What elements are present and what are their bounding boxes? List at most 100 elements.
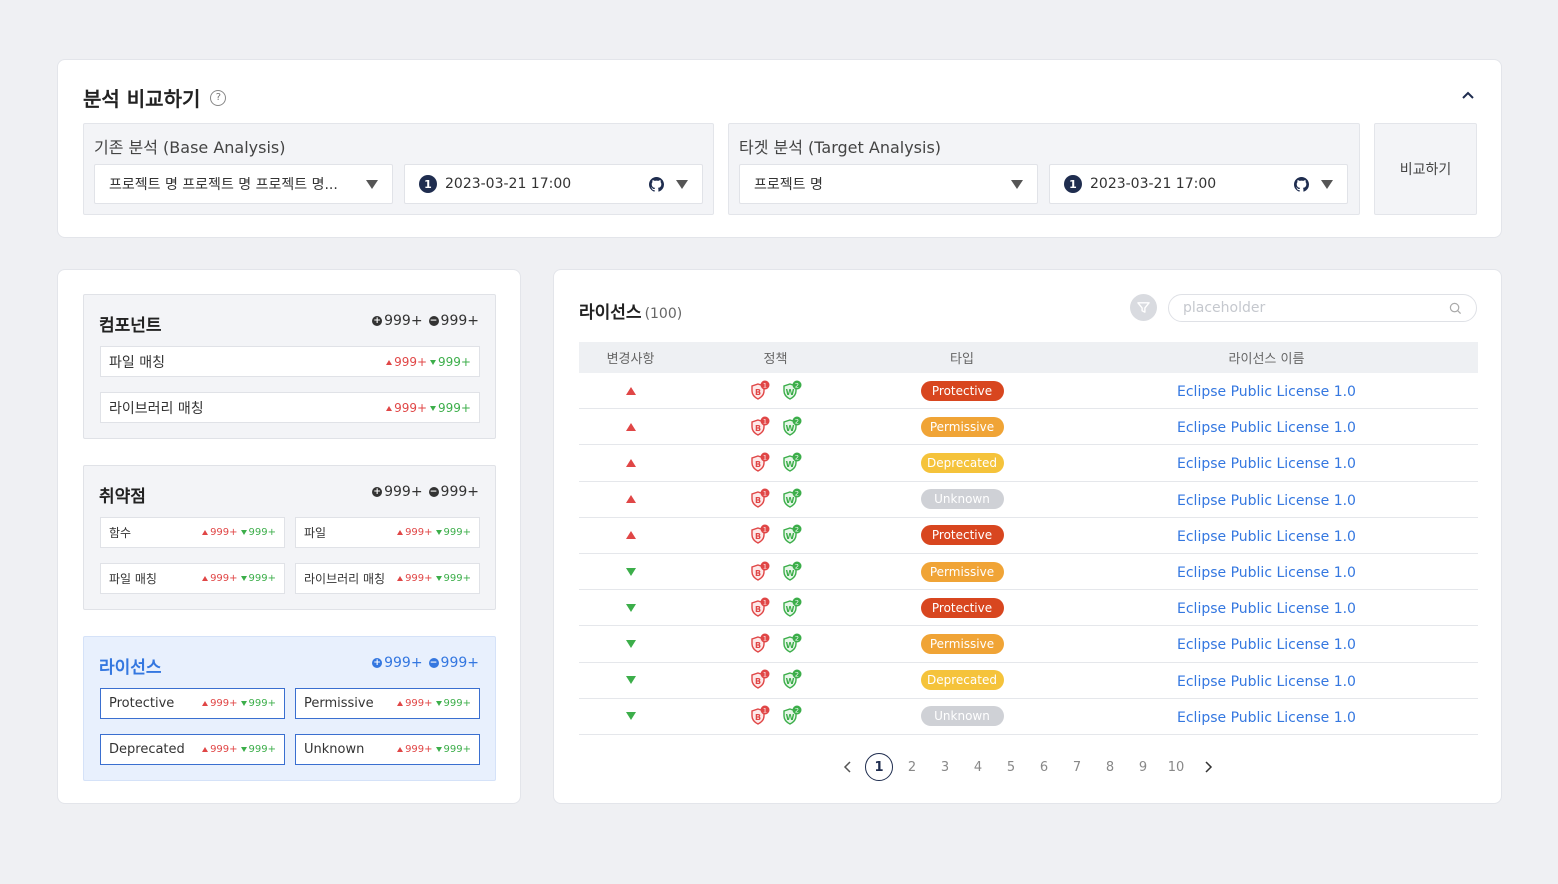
- license-type-item[interactable]: Unknown 999+ 999+: [295, 734, 480, 765]
- base-version-select[interactable]: 1 2023-03-21 17:00: [404, 164, 703, 204]
- page-number: 8: [1105, 759, 1115, 775]
- page-button[interactable]: 4: [962, 752, 995, 782]
- license-name-link[interactable]: Eclipse Public License 1.0: [1177, 565, 1356, 581]
- arrow-down-icon: [435, 529, 442, 535]
- table-row[interactable]: B 1 W 2 Permissive Eclipse Public License 1.0: [579, 626, 1478, 663]
- policy-cell: B1 W2: [682, 380, 869, 402]
- search-icon[interactable]: [1449, 302, 1462, 315]
- filter-button[interactable]: [1130, 294, 1157, 321]
- page-button[interactable]: 8: [1094, 752, 1127, 782]
- page-button[interactable]: 5: [995, 752, 1028, 782]
- svg-text:W: W: [785, 713, 794, 722]
- license-name-link[interactable]: Eclipse Public License 1.0: [1177, 674, 1356, 690]
- chevron-down-icon: [366, 179, 378, 189]
- chip-label: Unknown: [304, 742, 365, 757]
- search-field[interactable]: [1168, 294, 1477, 322]
- filter-icon: [1137, 302, 1150, 313]
- change-up-icon: [625, 386, 636, 395]
- chip-down-count: 999+: [443, 527, 471, 538]
- vulnerability-section[interactable]: 취약점 +999+ −999+ 함수 999+ 999+ 파일 999+ 999+ …: [83, 465, 496, 610]
- arrow-up-icon: [202, 700, 209, 706]
- license-name-link[interactable]: Eclipse Public License 1.0: [1177, 529, 1356, 545]
- table-row[interactable]: B 1 W 2 Protective Eclipse Public License 1.0: [579, 590, 1478, 627]
- license-name-link[interactable]: Eclipse Public License 1.0: [1177, 710, 1356, 726]
- target-version-select[interactable]: 1 2023-03-21 17:00: [1049, 164, 1348, 204]
- table-row[interactable]: B 1 W 2 Permissive Eclipse Public License 1.0: [579, 409, 1478, 446]
- policy-cell: B1 W2: [682, 416, 869, 438]
- license-name-link[interactable]: Eclipse Public License 1.0: [1177, 420, 1356, 436]
- svg-text:2: 2: [794, 381, 798, 389]
- change-up-icon: [625, 495, 636, 504]
- svg-text:1: 1: [762, 417, 766, 425]
- type-cell: Protective: [869, 597, 1055, 618]
- svg-text:1: 1: [762, 490, 766, 498]
- page-button[interactable]: 2: [896, 752, 929, 782]
- page-button[interactable]: 9: [1127, 752, 1160, 782]
- table-row[interactable]: B 1 W 2 Deprecated Eclipse Public License 1.0: [579, 445, 1478, 482]
- component-section[interactable]: 컴포넌트 +999+ −999+ 파일 매칭 999+ 999+ 라이브러리 매칭…: [83, 294, 496, 439]
- svg-text:2: 2: [794, 490, 798, 498]
- type-cell: Unknown: [869, 489, 1055, 510]
- page-button[interactable]: 1: [863, 752, 896, 782]
- minus-circle-icon: −: [428, 658, 439, 668]
- name-cell: Eclipse Public License 1.0: [1055, 381, 1478, 400]
- vulnerability-item[interactable]: 파일 매칭 999+ 999+: [100, 563, 285, 594]
- policy-cell: B1 W2: [682, 524, 869, 546]
- svg-text:W: W: [785, 496, 794, 505]
- svg-text:W: W: [785, 460, 794, 469]
- page-button[interactable]: 3: [929, 752, 962, 782]
- vulnerability-item[interactable]: 파일 999+ 999+: [295, 517, 480, 548]
- component-item[interactable]: 라이브러리 매칭 999+ 999+: [100, 392, 480, 423]
- column-header-license-name[interactable]: 라이선스 이름: [1055, 348, 1478, 367]
- compare-button[interactable]: 비교하기: [1374, 123, 1477, 215]
- svg-text:1: 1: [762, 453, 766, 461]
- summary-panel: 컴포넌트 +999+ −999+ 파일 매칭 999+ 999+ 라이브러리 매칭…: [57, 269, 521, 804]
- table-row[interactable]: B 1 W 2 Protective Eclipse Public License 1.0: [579, 373, 1478, 410]
- license-name-link[interactable]: Eclipse Public License 1.0: [1177, 384, 1356, 400]
- page-button[interactable]: 10: [1160, 752, 1193, 782]
- svg-text:W: W: [785, 569, 794, 578]
- arrow-down-icon: [240, 529, 247, 535]
- vulnerability-item[interactable]: 함수 999+ 999+: [100, 517, 285, 548]
- table-row[interactable]: B 1 W 2 Protective Eclipse Public License 1.0: [579, 518, 1478, 554]
- license-name-link[interactable]: Eclipse Public License 1.0: [1177, 637, 1356, 653]
- table-row[interactable]: B 1 W 2 Unknown Eclipse Public License 1.0: [579, 699, 1478, 735]
- chip-label: 함수: [109, 526, 132, 540]
- license-type-item[interactable]: Deprecated 999+ 999+: [100, 734, 285, 765]
- page-number: 4: [973, 759, 983, 775]
- page-number: 9: [1138, 759, 1148, 775]
- table-header: 변경사항 정책 타입 라이선스 이름: [579, 342, 1478, 373]
- page-button[interactable]: 7: [1061, 752, 1094, 782]
- page-button[interactable]: 6: [1028, 752, 1061, 782]
- component-item[interactable]: 파일 매칭 999+ 999+: [100, 346, 480, 377]
- target-project-select[interactable]: 프로젝트 명: [739, 164, 1038, 204]
- license-name-link[interactable]: Eclipse Public License 1.0: [1177, 493, 1356, 509]
- search-input[interactable]: [1183, 300, 1449, 316]
- name-cell: Eclipse Public License 1.0: [1055, 598, 1478, 617]
- name-cell: Eclipse Public License 1.0: [1055, 490, 1478, 509]
- license-type-item[interactable]: Protective 999+ 999+: [100, 688, 285, 719]
- license-name-link[interactable]: Eclipse Public License 1.0: [1177, 601, 1356, 617]
- svg-text:B: B: [754, 677, 760, 686]
- column-header-change[interactable]: 변경사항: [579, 348, 682, 367]
- next-page-button[interactable]: [1193, 752, 1223, 782]
- arrow-up-icon: [397, 700, 404, 706]
- license-name-link[interactable]: Eclipse Public License 1.0: [1177, 456, 1356, 472]
- prev-page-button[interactable]: [833, 752, 863, 782]
- help-icon[interactable]: ?: [210, 89, 227, 106]
- version-number-badge: 1: [419, 175, 437, 193]
- arrow-down-icon: [240, 575, 247, 581]
- table-row[interactable]: B 1 W 2 Permissive Eclipse Public License 1.0: [579, 554, 1478, 591]
- base-project-select[interactable]: 프로젝트 명 프로젝트 명 프로젝트 명...: [94, 164, 393, 204]
- compare-title: 분석 비교하기 ?: [83, 83, 227, 112]
- vulnerability-item[interactable]: 라이브러리 매칭 999+ 999+: [295, 563, 480, 594]
- chevron-up-icon[interactable]: [1461, 88, 1475, 102]
- column-header-type[interactable]: 타입: [869, 348, 1055, 367]
- arrow-up-icon: [397, 529, 404, 535]
- table-row[interactable]: B 1 W 2 Deprecated Eclipse Public License 1.0: [579, 663, 1478, 699]
- table-body: B 1 W 2 Protective Eclipse Public License 1.0…: [579, 373, 1478, 735]
- license-section[interactable]: 라이선스 +999+ −999+ Protective 999+ 999+ Per…: [83, 636, 496, 781]
- table-row[interactable]: B 1 W 2 Unknown Eclipse Public License 1.0: [579, 482, 1478, 518]
- column-header-policy[interactable]: 정책: [682, 348, 869, 367]
- license-type-item[interactable]: Permissive 999+ 999+: [295, 688, 480, 719]
